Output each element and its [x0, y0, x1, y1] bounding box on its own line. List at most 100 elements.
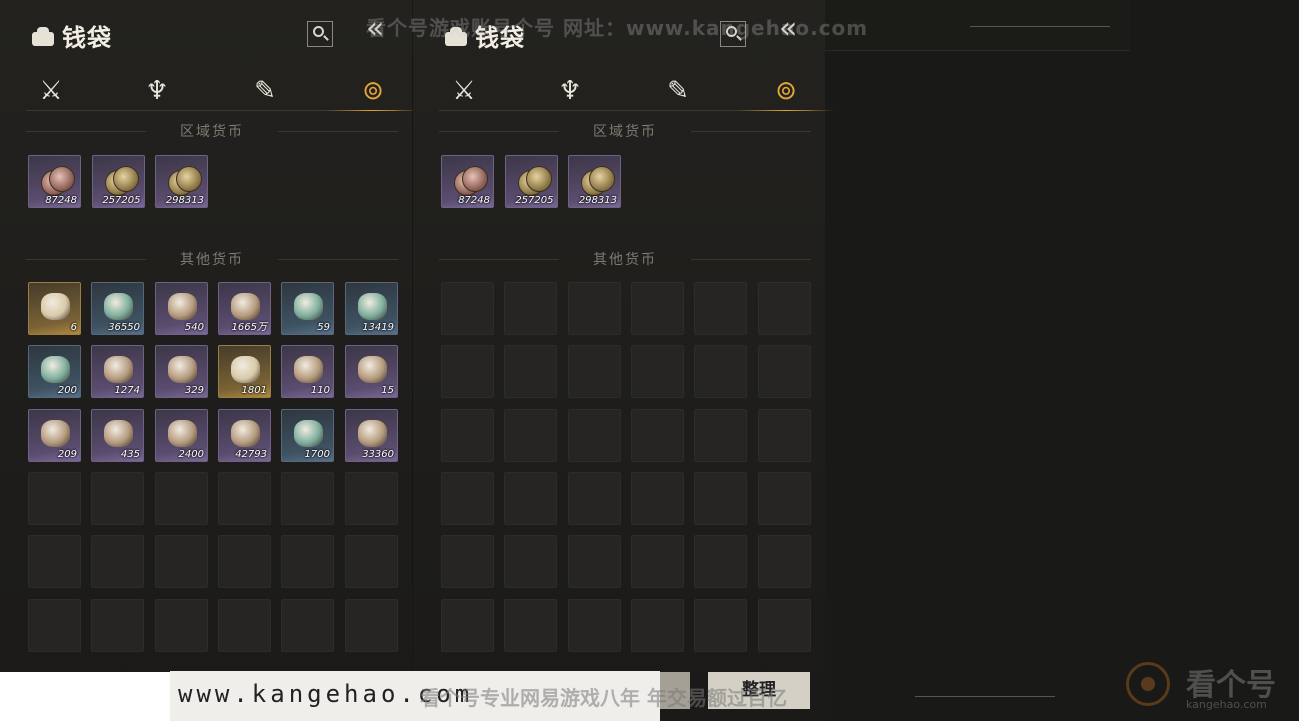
item-slot-bamboo-slips[interactable]: 110 [281, 345, 334, 398]
empty-slot[interactable] [758, 345, 811, 398]
empty-slot[interactable] [91, 535, 144, 588]
empty-slot[interactable] [345, 472, 398, 525]
empty-slot[interactable] [28, 472, 81, 525]
empty-slot[interactable] [568, 282, 621, 335]
empty-slot[interactable] [28, 599, 81, 652]
empty-slot[interactable] [694, 599, 747, 652]
empty-slot[interactable] [441, 535, 494, 588]
empty-slot[interactable] [345, 599, 398, 652]
empty-slot[interactable] [568, 409, 621, 462]
bronze-bowl-icon [358, 420, 387, 447]
empty-slot[interactable] [504, 472, 557, 525]
currency-slot-bronze-coins[interactable]: 257205 [504, 155, 558, 208]
item-slot-fish[interactable]: 59 [281, 282, 334, 335]
item-slot-jade-disc[interactable]: 329 [155, 345, 208, 398]
section-header-other: 其他货币 [439, 249, 811, 269]
empty-slot[interactable] [504, 535, 557, 588]
empty-slot[interactable] [441, 282, 494, 335]
empty-slot[interactable] [504, 409, 557, 462]
item-slot-bronze-bowl[interactable]: 33360 [345, 409, 398, 462]
empty-slot[interactable] [694, 345, 747, 398]
empty-slot[interactable] [155, 599, 208, 652]
crossed-swords-icon[interactable]: ⚔ [445, 72, 483, 110]
empty-slot[interactable] [631, 599, 684, 652]
empty-slot[interactable] [694, 282, 747, 335]
item-slot-green-shard[interactable]: 2400 [155, 409, 208, 462]
empty-slot[interactable] [218, 472, 271, 525]
section-header-regional: 区域货币 [26, 121, 398, 141]
scroll-icon[interactable]: ✎ [659, 72, 697, 110]
empty-slot[interactable] [218, 535, 271, 588]
item-slot-gold-ingot[interactable]: 1700 [281, 409, 334, 462]
empty-slot[interactable] [504, 345, 557, 398]
section-header-other: 其他货币 [26, 249, 398, 269]
scroll-icon[interactable]: ✎ [246, 72, 284, 110]
empty-slot[interactable] [568, 345, 621, 398]
wallet-panel-right: 钱袋 «⚔ ♆ ✎ ⊚ 区域货币 其他货币 87248 257205 298313 [413, 0, 835, 721]
currency-slot-gold-coins[interactable]: 298313 [568, 155, 621, 208]
empty-slot[interactable] [91, 472, 144, 525]
empty-slot[interactable] [758, 282, 811, 335]
empty-slot[interactable] [758, 472, 811, 525]
empty-slot[interactable] [568, 535, 621, 588]
empty-slot[interactable] [281, 535, 334, 588]
currency-slot-copper-coins[interactable]: 87248 [441, 155, 494, 208]
crescent-moon-icon [358, 356, 387, 383]
item-slot-chain-key[interactable]: 42793 [218, 409, 271, 462]
empty-slot[interactable] [155, 472, 208, 525]
empty-slot[interactable] [758, 535, 811, 588]
item-slot-crescent-moon[interactable]: 15 [345, 345, 398, 398]
item-slot-jade-slip[interactable]: 36550 [91, 282, 144, 335]
item-quantity: 435 [120, 449, 140, 460]
coin-stack-icon[interactable]: ⊚ [737, 72, 835, 111]
pouch-icon[interactable]: ♆ [138, 72, 176, 110]
item-slot-jade-token[interactable]: 540 [155, 282, 208, 335]
empty-slot[interactable] [28, 535, 81, 588]
empty-slot[interactable] [568, 599, 621, 652]
currency-slot-gold-coins[interactable]: 298313 [155, 155, 208, 208]
empty-slot[interactable] [281, 472, 334, 525]
empty-slot[interactable] [758, 409, 811, 462]
item-slot-ancient-coin[interactable]: 13419 [345, 282, 398, 335]
currency-slot-bronze-coins[interactable]: 257205 [91, 155, 145, 208]
empty-slot[interactable] [281, 599, 334, 652]
search-button[interactable] [307, 21, 333, 47]
empty-slot[interactable] [694, 535, 747, 588]
currency-slot-copper-coins[interactable]: 87248 [28, 155, 81, 208]
pouch-icon[interactable]: ♆ [551, 72, 589, 110]
panel-title: 钱袋 [30, 18, 112, 53]
section-header-regional: 区域货币 [439, 121, 811, 141]
item-quantity: 200 [57, 385, 77, 396]
crossed-swords-icon[interactable]: ⚔ [32, 72, 70, 110]
empty-slot[interactable] [631, 535, 684, 588]
empty-slot[interactable] [441, 409, 494, 462]
coin-stack-icon[interactable]: ⊚ [324, 72, 422, 111]
empty-slot[interactable] [694, 409, 747, 462]
empty-slot[interactable] [694, 472, 747, 525]
item-slot-red-orb[interactable]: 435 [91, 409, 144, 462]
empty-slot[interactable] [568, 472, 621, 525]
item-quantity: 1700 [304, 449, 330, 460]
empty-slot[interactable] [91, 599, 144, 652]
empty-slot[interactable] [631, 345, 684, 398]
item-slot-bead-bracelet[interactable]: 1665万 [218, 282, 271, 335]
empty-slot[interactable] [345, 535, 398, 588]
empty-slot[interactable] [504, 282, 557, 335]
item-slot-jade-ring[interactable]: 1801 [218, 345, 271, 398]
watermark-top: 看个号游戏账号个号 网址：www.kangehao.com [366, 16, 869, 40]
item-slot-pearl[interactable]: 6 [28, 282, 81, 335]
empty-slot[interactable] [441, 472, 494, 525]
empty-slot[interactable] [218, 599, 271, 652]
empty-slot[interactable] [631, 409, 684, 462]
empty-slot[interactable] [441, 345, 494, 398]
empty-slot[interactable] [155, 535, 208, 588]
empty-slot[interactable] [441, 599, 494, 652]
empty-slot[interactable] [631, 472, 684, 525]
item-slot-dark-crystal[interactable]: 1274 [91, 345, 144, 398]
item-slot-stone-tablet[interactable]: 209 [28, 409, 81, 462]
empty-slot[interactable] [631, 282, 684, 335]
item-quantity: 329 [184, 385, 204, 396]
empty-slot[interactable] [504, 599, 557, 652]
empty-slot[interactable] [758, 599, 811, 652]
item-slot-dragon[interactable]: 200 [28, 345, 81, 398]
